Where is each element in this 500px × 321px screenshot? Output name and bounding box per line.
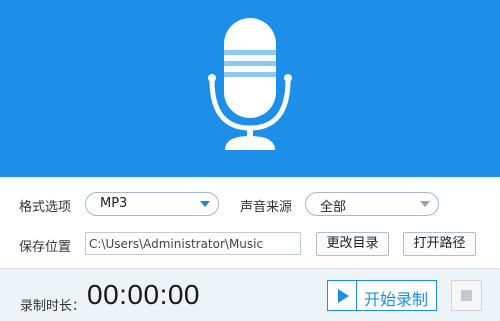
stop-icon (461, 290, 472, 301)
source-select-value: 全部 (320, 200, 347, 215)
open-path-button[interactable]: 打开路径 (403, 232, 476, 256)
source-label: 声音来源 (240, 200, 293, 215)
microphone-icon (208, 18, 292, 150)
start-recording-label: 开始录制 (364, 290, 429, 309)
source-select[interactable]: 全部 (305, 192, 439, 216)
save-path-field[interactable]: C:\Users\Administrator\Music (85, 232, 301, 255)
stop-button[interactable] (451, 280, 482, 311)
format-select[interactable]: MP3 (85, 192, 219, 216)
format-label: 格式选项 (19, 200, 72, 215)
settings-panel: 格式选项 MP3 声音来源 全部 保存位置 C:\Users\Administr… (0, 177, 500, 267)
play-icon (328, 281, 357, 310)
chevron-down-icon (420, 201, 430, 207)
format-select-value: MP3 (100, 196, 128, 211)
duration-value: 00:00:00 (87, 279, 200, 310)
duration-label: 录制时长： (20, 299, 86, 314)
chevron-down-icon (200, 201, 210, 207)
start-recording-button[interactable]: 开始录制 (327, 280, 437, 311)
header-banner (0, 0, 500, 177)
change-directory-button[interactable]: 更改目录 (316, 232, 389, 256)
footer-bar: 录制时长： 00:00:00 开始录制 (0, 268, 500, 321)
save-location-label: 保存位置 (19, 240, 72, 255)
